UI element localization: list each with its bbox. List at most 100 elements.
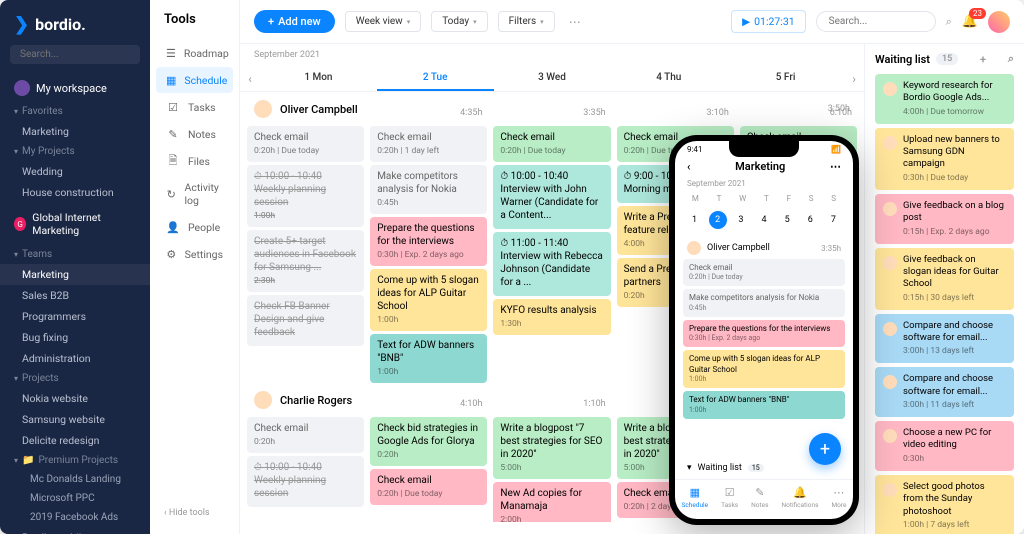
team-admin[interactable]: Administration xyxy=(0,348,150,369)
user-avatar[interactable] xyxy=(988,11,1010,33)
top-search-input[interactable] xyxy=(816,11,936,32)
team-sales[interactable]: Sales B2B xyxy=(0,285,150,306)
logo[interactable]: ❯bordio. xyxy=(0,10,150,45)
task-card[interactable]: ⏱ 11:00 - 11:40Interview with Rebecca Jo… xyxy=(493,232,610,296)
filters-dropdown[interactable]: Filters xyxy=(498,11,555,32)
prem-microsoft[interactable]: Microsoft PPC xyxy=(0,489,150,508)
phone-date[interactable]: 4 xyxy=(755,211,773,229)
search-top-icon[interactable]: ⌕ xyxy=(946,15,952,29)
phone-date[interactable]: 7 xyxy=(824,211,842,229)
phone-card[interactable]: Text for ADW banners "BNB"1:00h xyxy=(683,391,845,418)
today-button[interactable]: Today xyxy=(431,11,487,32)
phone-date[interactable]: 3 xyxy=(732,211,750,229)
phone-nav-notifications[interactable]: 🔔Notifications xyxy=(781,486,818,509)
section-projects[interactable]: Projects xyxy=(0,369,150,388)
prem-mcdonalds[interactable]: Mc Donalds Landing xyxy=(0,470,150,489)
waiting-card[interactable]: Compare and choose software for email...… xyxy=(875,367,1014,417)
task-card[interactable]: Make competitors analysis for Nokia0:45h xyxy=(370,165,487,214)
waiting-card[interactable]: Upload new banners to Samsung GDN campai… xyxy=(875,128,1014,190)
phone-nav-tasks[interactable]: ☑Tasks xyxy=(721,486,738,509)
task-card[interactable]: KYFO results analysis1:30h xyxy=(493,299,610,335)
view-dropdown[interactable]: Week view xyxy=(345,11,421,32)
task-card[interactable]: Check bid strategies in Google Ads for G… xyxy=(370,417,487,466)
section-my-projects[interactable]: My Projects xyxy=(0,142,150,161)
tool-notes[interactable]: ✎Notes xyxy=(156,121,233,147)
waiting-card[interactable]: Give feedback on slogan ideas for Guitar… xyxy=(875,248,1014,310)
fav-marketing[interactable]: Marketing xyxy=(0,121,150,142)
day-header-4[interactable]: 5 Fri xyxy=(727,66,844,91)
sidebar-search[interactable]: ⌕ xyxy=(10,45,140,64)
timer[interactable]: ▶01:27:31 xyxy=(731,10,806,33)
task-card[interactable]: Prepare the questions for the interviews… xyxy=(370,217,487,266)
phone-card[interactable]: Check email0:20h | Due today xyxy=(683,259,845,286)
tool-tasks[interactable]: ☑Tasks xyxy=(156,94,233,120)
task-card[interactable]: Check email0:20h xyxy=(247,417,364,453)
phone-nav-notes[interactable]: ✎Notes xyxy=(751,486,768,509)
prev-week-button[interactable]: ‹ xyxy=(240,66,260,91)
phone-card[interactable]: Prepare the questions for the interviews… xyxy=(683,320,845,347)
more-icon[interactable]: ⋯ xyxy=(565,15,585,29)
waiting-card[interactable]: Choose a new PC for video editing0:30h xyxy=(875,421,1014,471)
add-waiting-button[interactable]: + xyxy=(980,53,986,66)
phone-card[interactable]: Make competitors analysis for Nokia0:45h xyxy=(683,289,845,316)
tool-settings[interactable]: ⚙Settings xyxy=(156,241,233,267)
task-card[interactable]: Write a blogpost "7 best strategies for … xyxy=(493,417,610,479)
task-card[interactable]: ⏱ 10:00 - 10:40Weekly planning session1:… xyxy=(247,165,364,227)
waiting-card[interactable]: Give feedback on a blog post0:15h | Exp.… xyxy=(875,194,1014,244)
proj-samsung[interactable]: Samsung website xyxy=(0,409,150,430)
proj-delicite[interactable]: Delicite redesign xyxy=(0,430,150,451)
notifications-button[interactable]: 🔔23 xyxy=(962,14,978,29)
extra-bordio-mobile[interactable]: Bordio mobile app design xyxy=(0,527,150,534)
waiting-card[interactable]: Compare and choose software for email...… xyxy=(875,314,1014,364)
tool-roadmap[interactable]: ☰Roadmap xyxy=(156,40,233,66)
team-programmers[interactable]: Programmers xyxy=(0,306,150,327)
day-header-0[interactable]: 1 Mon xyxy=(260,66,377,91)
task-card[interactable]: Check email0:20h | Due today xyxy=(370,469,487,505)
prem-facebook[interactable]: 2019 Facebook Ads xyxy=(0,508,150,527)
phone-date[interactable]: 1 xyxy=(686,211,704,229)
phone-date[interactable]: 5 xyxy=(778,211,796,229)
phone-card[interactable]: Come up with 5 slogan ideas for ALP Guit… xyxy=(683,350,845,388)
section-favorites[interactable]: Favorites xyxy=(0,102,150,121)
task-card[interactable]: Check email0:20h | Due today xyxy=(247,126,364,162)
phone-fab-button[interactable]: + xyxy=(809,433,841,465)
tool-activity[interactable]: ↻Activity log xyxy=(156,175,233,213)
task-card[interactable]: Text for ADW banners "BNB"1:00h xyxy=(370,334,487,383)
team-bugfixing[interactable]: Bug fixing xyxy=(0,327,150,348)
task-card[interactable]: Check FB Banner Design and give feedback xyxy=(247,295,364,346)
phone-back-icon[interactable]: ‹ xyxy=(687,160,690,173)
task-card[interactable]: ⏱ 10:00 - 10:40Weekly planning session xyxy=(247,456,364,507)
waiting-card[interactable]: Select good photos from the Sunday photo… xyxy=(875,475,1014,534)
next-week-button[interactable]: › xyxy=(844,66,864,91)
task-card[interactable]: ⏱ 10:00 - 10:40Interview with John Warne… xyxy=(493,165,610,229)
tool-files[interactable]: 🗎Files xyxy=(156,148,233,174)
proj-wedding[interactable]: Wedding xyxy=(0,161,150,182)
phone-more-icon[interactable]: ⋯ xyxy=(830,160,841,173)
section-premium[interactable]: 📁 Premium Projects xyxy=(0,451,150,470)
sidebar-search-input[interactable] xyxy=(20,49,150,60)
phone-nav-more[interactable]: ⋯More xyxy=(831,486,846,509)
section-teams[interactable]: Teams xyxy=(0,245,150,264)
day-header-1[interactable]: 2 Tue xyxy=(377,66,494,91)
hide-tools-button[interactable]: ‹ Hide tools xyxy=(150,502,224,524)
task-card[interactable]: Check email0:20h | 1 day left xyxy=(370,126,487,162)
task-card[interactable]: Create 5+ target audiences in Facebook f… xyxy=(247,230,364,292)
phone-date[interactable]: 6 xyxy=(801,211,819,229)
tool-people[interactable]: 👤People xyxy=(156,214,233,240)
proj-house[interactable]: House construction xyxy=(0,182,150,203)
global-internet-marketing[interactable]: GGlobal Internet Marketing xyxy=(0,203,150,245)
day-header-3[interactable]: 4 Thu xyxy=(610,66,727,91)
waiting-card[interactable]: Keyword research for Bordio Google Ads..… xyxy=(875,74,1014,124)
proj-nokia[interactable]: Nokia website xyxy=(0,388,150,409)
day-header-2[interactable]: 3 Wed xyxy=(494,66,611,91)
tool-schedule[interactable]: ▦Schedule xyxy=(156,67,233,93)
team-marketing[interactable]: Marketing xyxy=(0,264,150,285)
task-card[interactable]: Check email0:20h | Due today xyxy=(493,126,610,162)
phone-date[interactable]: 2 xyxy=(709,211,727,229)
task-card[interactable]: Come up with 5 slogan ideas for ALP Guit… xyxy=(370,269,487,331)
phone-nav-schedule[interactable]: ▦Schedule xyxy=(682,486,709,509)
workspace-selector[interactable]: My workspace xyxy=(0,74,150,102)
search-waiting-button[interactable]: ⌕ xyxy=(1008,52,1014,66)
add-new-button[interactable]: + Add new xyxy=(254,10,335,33)
task-card[interactable]: New Ad copies for Manamaja2:00h xyxy=(493,482,610,522)
